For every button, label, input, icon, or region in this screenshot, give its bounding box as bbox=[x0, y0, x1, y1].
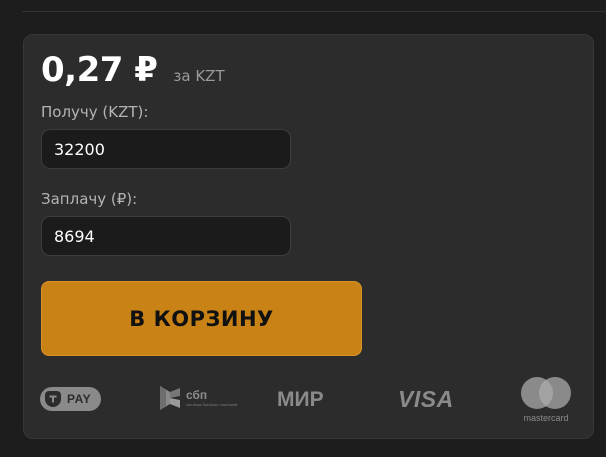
pay-label: Заплачу (₽): bbox=[41, 190, 138, 208]
receive-input[interactable]: 32200 bbox=[41, 129, 291, 169]
mir-logo: МИР bbox=[277, 388, 324, 411]
price-row: 0,27 ₽ за KZT bbox=[41, 50, 225, 90]
tpay-shield-icon bbox=[45, 391, 61, 407]
payment-methods: PAY сбп система быстрых платежей МИР VIS… bbox=[24, 375, 595, 425]
visa-logo: VISA bbox=[398, 386, 454, 412]
sbp-subtext: система быстрых платежей bbox=[186, 401, 238, 407]
exchange-rate-price: 0,27 ₽ bbox=[41, 50, 158, 90]
receive-label: Получу (KZT): bbox=[41, 103, 149, 121]
exchange-card: 0,27 ₽ за KZT Получу (KZT): 32200 Заплач… bbox=[23, 34, 594, 439]
per-unit-label: за KZT bbox=[173, 67, 225, 85]
mastercard-text: mastercard bbox=[523, 413, 569, 423]
sbp-icon bbox=[160, 386, 180, 410]
add-to-cart-button[interactable]: В КОРЗИНУ bbox=[41, 281, 362, 356]
top-divider bbox=[22, 11, 606, 12]
tpay-text: PAY bbox=[67, 392, 92, 406]
sbp-text: сбп bbox=[186, 387, 208, 402]
mastercard-logo: mastercard bbox=[515, 375, 577, 425]
pay-input[interactable]: 8694 bbox=[41, 216, 291, 256]
sbp-logo: сбп система быстрых платежей bbox=[158, 384, 237, 412]
tpay-logo: PAY bbox=[40, 387, 101, 411]
mastercard-circles-icon bbox=[521, 377, 571, 409]
